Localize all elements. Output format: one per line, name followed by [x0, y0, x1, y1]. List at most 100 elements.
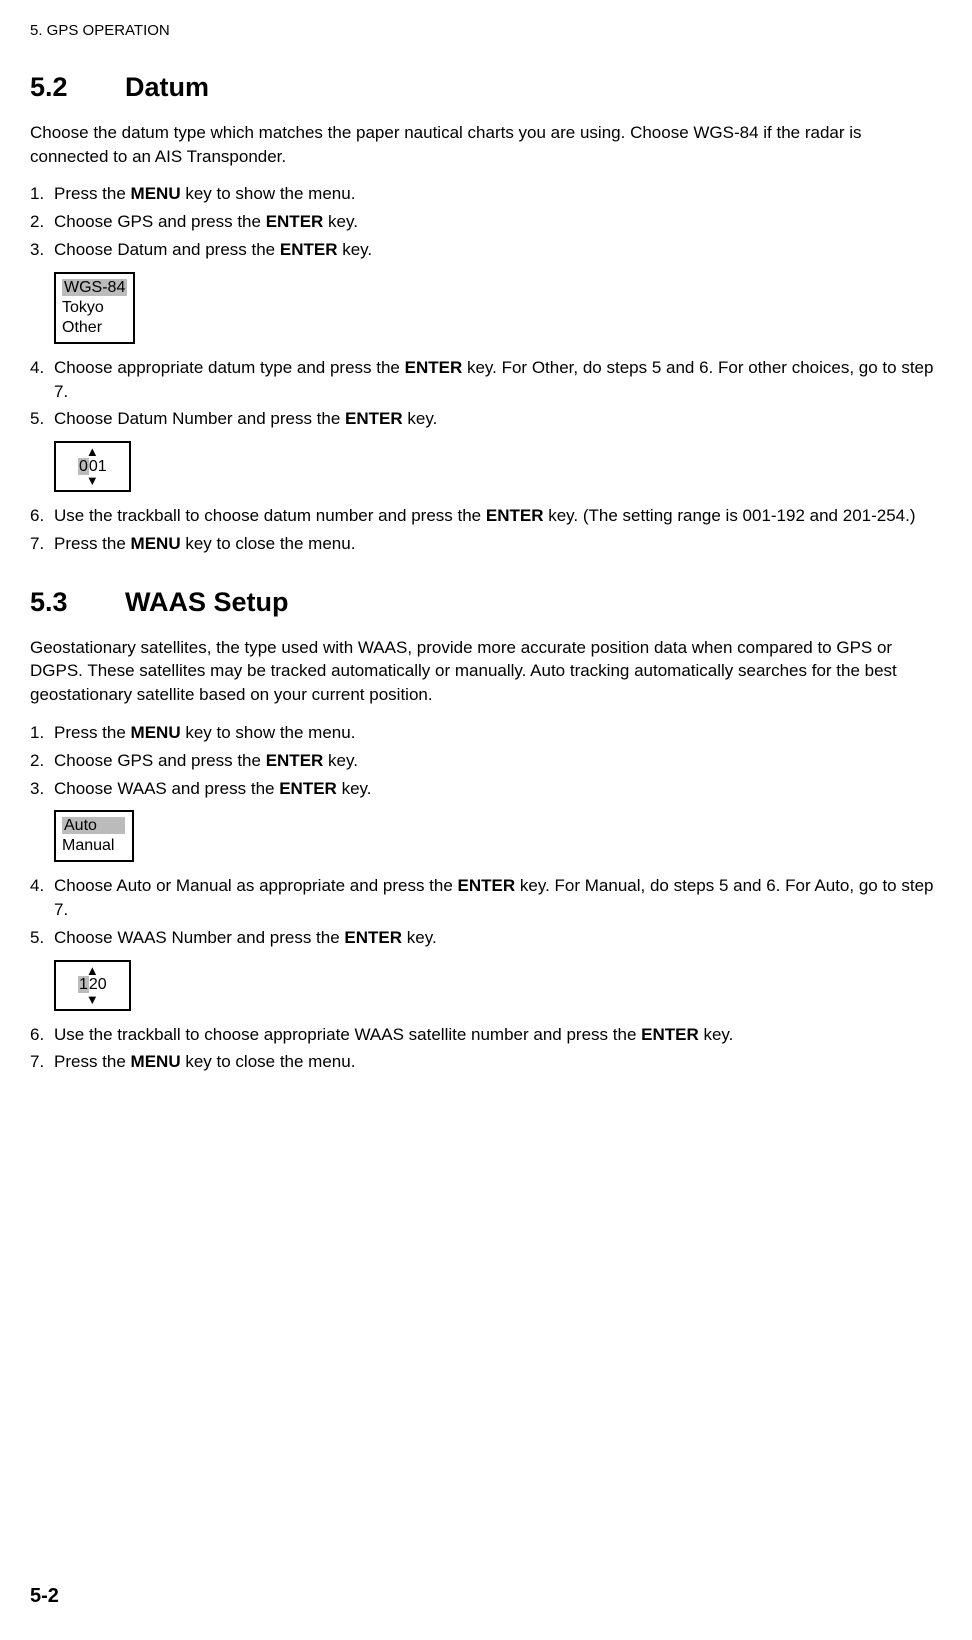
- step-text: Choose Auto or Manual as appropriate and…: [54, 876, 458, 895]
- list-item: 3.Choose Datum and press the ENTER key.: [30, 238, 942, 262]
- option-selected: WGS-84: [62, 279, 127, 296]
- key-name: ENTER: [266, 751, 324, 770]
- section-5-3: 5.3WAAS Setup Geostationary satellites, …: [30, 584, 942, 1075]
- steps-list: 1.Press the MENU key to show the menu. 2…: [30, 721, 942, 800]
- step-num: 4.: [30, 874, 54, 898]
- option-selected: Auto: [62, 817, 125, 834]
- key-name: MENU: [131, 723, 181, 742]
- arrow-down-icon: ▼: [78, 994, 107, 1006]
- section-title-5-2: 5.2Datum: [30, 69, 942, 107]
- step-text: Use the trackball to choose datum number…: [54, 506, 486, 525]
- key-name: MENU: [131, 534, 181, 553]
- step-num: 5.: [30, 407, 54, 431]
- step-num: 2.: [30, 749, 54, 773]
- step-text: key.: [323, 212, 358, 231]
- step-text: key to close the menu.: [181, 1052, 356, 1071]
- list-item: 2.Choose GPS and press the ENTER key.: [30, 210, 942, 234]
- key-name: ENTER: [641, 1025, 699, 1044]
- step-text: Choose appropriate datum type and press …: [54, 358, 405, 377]
- step-num: 7.: [30, 1050, 54, 1074]
- option: Other: [62, 318, 127, 338]
- option: Manual: [62, 836, 126, 856]
- waas-number-box: ▲ 120 ▼: [54, 960, 131, 1011]
- step-text: key.: [323, 751, 358, 770]
- step-text: Choose Datum and press the: [54, 240, 280, 259]
- digit: 01: [89, 458, 107, 475]
- step-text: Press the: [54, 723, 131, 742]
- step-text: key.: [337, 779, 372, 798]
- list-item: 1.Press the MENU key to show the menu.: [30, 182, 942, 206]
- arrow-down-icon: ▼: [78, 475, 107, 487]
- key-name: MENU: [131, 184, 181, 203]
- list-item: 1.Press the MENU key to show the menu.: [30, 721, 942, 745]
- step-text: Press the: [54, 184, 131, 203]
- step-num: 4.: [30, 356, 54, 380]
- steps-list: 4.Choose appropriate datum type and pres…: [30, 356, 942, 431]
- step-text: Choose GPS and press the: [54, 751, 266, 770]
- step-num: 1.: [30, 721, 54, 745]
- key-name: ENTER: [486, 506, 544, 525]
- digit: 20: [89, 976, 107, 993]
- list-item: 7.Press the MENU key to close the menu.: [30, 1050, 942, 1074]
- step-text: Press the: [54, 534, 131, 553]
- step-text: Choose WAAS and press the: [54, 779, 279, 798]
- key-name: ENTER: [405, 358, 463, 377]
- datum-options-box: WGS-84 Tokyo Other: [54, 272, 135, 344]
- step-text: key. (The setting range is 001-192 and 2…: [543, 506, 915, 525]
- section-heading: Datum: [125, 72, 209, 102]
- section-title-5-3: 5.3WAAS Setup: [30, 584, 942, 622]
- step-text: Press the: [54, 1052, 131, 1071]
- page-number: 5-2: [30, 1582, 59, 1610]
- step-text: key.: [699, 1025, 734, 1044]
- step-text: key to show the menu.: [181, 184, 356, 203]
- key-name: ENTER: [344, 928, 402, 947]
- step-num: 5.: [30, 926, 54, 950]
- section-intro: Geostationary satellites, the type used …: [30, 636, 942, 707]
- list-item: 6.Use the trackball to choose datum numb…: [30, 504, 942, 528]
- list-item: 2.Choose GPS and press the ENTER key.: [30, 749, 942, 773]
- arrow-up-icon: ▲: [78, 446, 107, 458]
- step-num: 3.: [30, 238, 54, 262]
- step-text: Choose WAAS Number and press the: [54, 928, 344, 947]
- steps-list: 6.Use the trackball to choose datum numb…: [30, 504, 942, 556]
- step-text: Choose Datum Number and press the: [54, 409, 345, 428]
- section-intro: Choose the datum type which matches the …: [30, 121, 942, 169]
- section-num: 5.2: [30, 69, 125, 107]
- list-item: 5.Choose WAAS Number and press the ENTER…: [30, 926, 942, 950]
- step-text: Use the trackball to choose appropriate …: [54, 1025, 641, 1044]
- option: Tokyo: [62, 298, 127, 318]
- list-item: 4.Choose Auto or Manual as appropriate a…: [30, 874, 942, 922]
- list-item: 7.Press the MENU key to close the menu.: [30, 532, 942, 556]
- step-text: Choose GPS and press the: [54, 212, 266, 231]
- step-num: 2.: [30, 210, 54, 234]
- highlighted-digit: 0: [78, 458, 89, 475]
- steps-list: 6.Use the trackball to choose appropriat…: [30, 1023, 942, 1075]
- section-num: 5.3: [30, 584, 125, 622]
- key-name: ENTER: [266, 212, 324, 231]
- section-heading: WAAS Setup: [125, 587, 289, 617]
- datum-number-box: ▲ 001 ▼: [54, 441, 131, 492]
- key-name: MENU: [131, 1052, 181, 1071]
- step-num: 7.: [30, 532, 54, 556]
- step-text: key.: [402, 928, 437, 947]
- step-text: key to close the menu.: [181, 534, 356, 553]
- list-item: 5.Choose Datum Number and press the ENTE…: [30, 407, 942, 431]
- list-item: 6.Use the trackball to choose appropriat…: [30, 1023, 942, 1047]
- steps-list: 4.Choose Auto or Manual as appropriate a…: [30, 874, 942, 949]
- step-num: 1.: [30, 182, 54, 206]
- section-5-2: 5.2Datum Choose the datum type which mat…: [30, 69, 942, 556]
- step-num: 6.: [30, 504, 54, 528]
- list-item: 4.Choose appropriate datum type and pres…: [30, 356, 942, 404]
- key-name: ENTER: [458, 876, 516, 895]
- step-num: 6.: [30, 1023, 54, 1047]
- waas-options-box: Auto Manual: [54, 810, 134, 862]
- key-name: ENTER: [280, 240, 338, 259]
- step-num: 3.: [30, 777, 54, 801]
- step-text: key.: [337, 240, 372, 259]
- key-name: ENTER: [279, 779, 337, 798]
- highlighted-digit: 1: [78, 976, 89, 993]
- arrow-up-icon: ▲: [78, 965, 107, 977]
- steps-list: 1.Press the MENU key to show the menu. 2…: [30, 182, 942, 261]
- list-item: 3.Choose WAAS and press the ENTER key.: [30, 777, 942, 801]
- step-text: key to show the menu.: [181, 723, 356, 742]
